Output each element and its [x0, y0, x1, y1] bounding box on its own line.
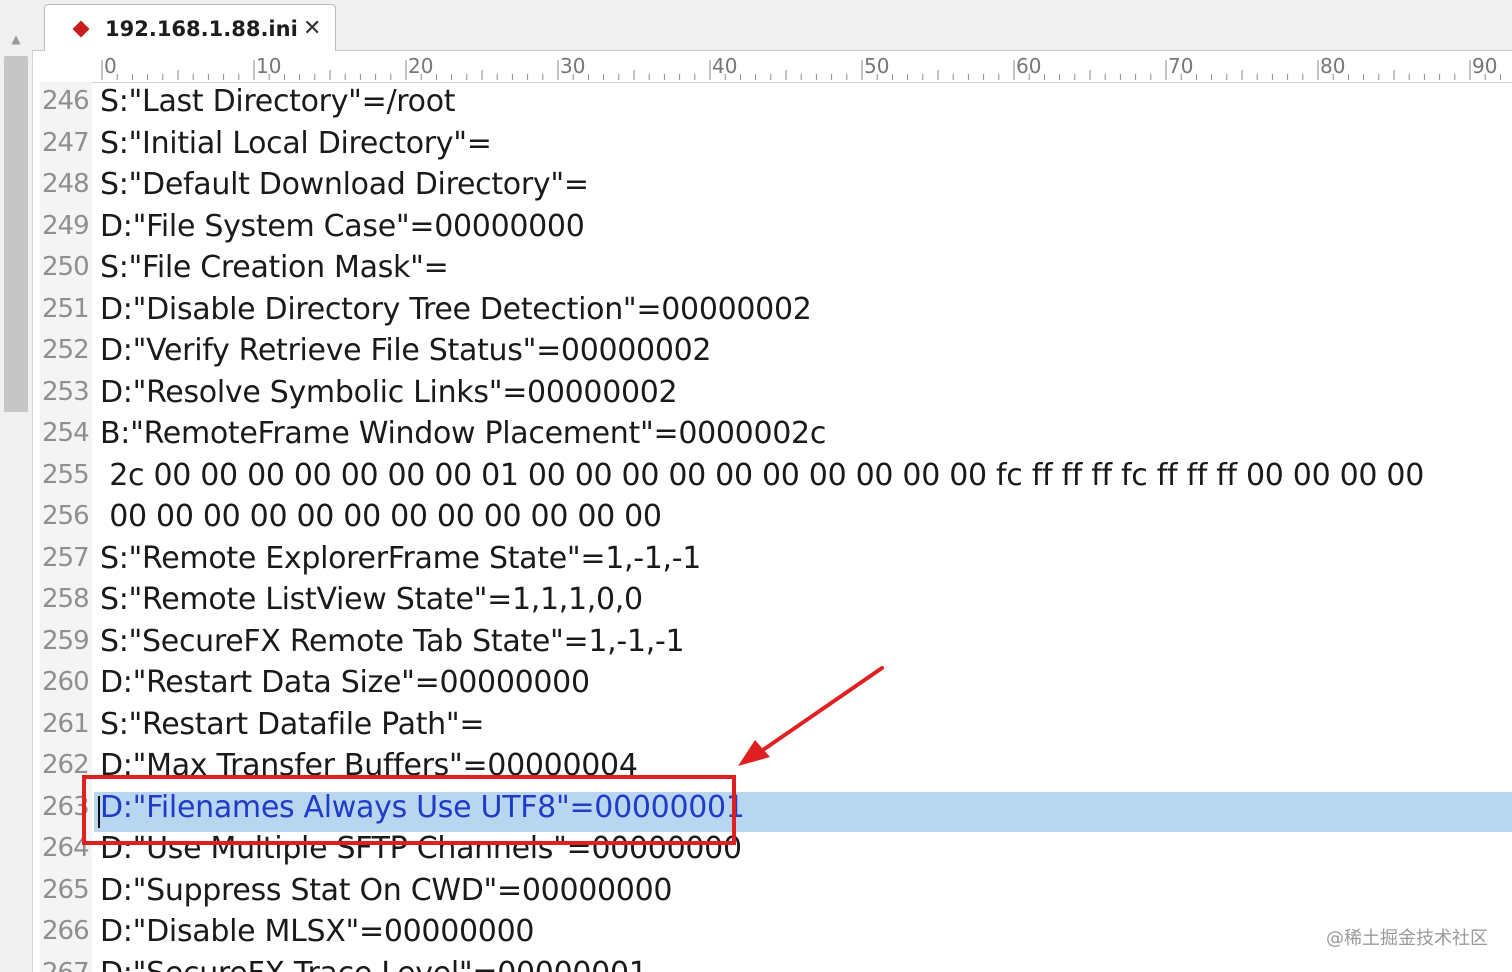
editor-line[interactable]: 251 D:"Disable Directory Tree Detection"=… — [40, 290, 1512, 332]
close-tab-icon[interactable]: ✕ — [303, 17, 321, 41]
line-text: D:"Filenames Always Use UTF8"=00000001 — [100, 789, 745, 825]
scrollbar-thumb[interactable] — [4, 56, 28, 412]
editor-line[interactable]: 248 S:"Default Download Directory"= — [40, 165, 1512, 207]
line-number: 260 — [42, 667, 90, 697]
line-text: D:"Disable MLSX"=00000000 — [100, 914, 535, 949]
ruler-label: 80 — [1320, 54, 1345, 78]
line-text: 2c 00 00 00 00 00 00 00 01 00 00 00 00 0… — [100, 457, 1424, 493]
file-tab[interactable]: 192.168.1.88.ini ✕ — [44, 4, 336, 51]
editor-line[interactable]: 260 D:"Restart Data Size"=00000000 — [40, 663, 1512, 705]
line-number: 266 — [42, 916, 90, 946]
line-number: 252 — [42, 335, 90, 365]
editor-line[interactable]: 265 D:"Suppress Stat On CWD"=00000000 — [40, 871, 1512, 913]
ruler-label: 70 — [1168, 54, 1193, 78]
editor-line[interactable]: 252 D:"Verify Retrieve File Status"=00000… — [40, 331, 1512, 373]
line-number: 262 — [42, 750, 90, 780]
line-number: 254 — [42, 418, 90, 448]
line-text: S:"SecureFX Remote Tab State"=1,-1,-1 — [100, 623, 685, 659]
tab-title: 192.168.1.88.ini — [105, 17, 298, 41]
line-number: 246 — [42, 86, 90, 116]
editor-line[interactable]: 254 B:"RemoteFrame Window Placement"=0000… — [40, 414, 1512, 456]
line-number: 263 — [42, 791, 90, 822]
vertical-scrollbar[interactable]: ▲ — [0, 0, 33, 972]
line-text: D:"Verify Retrieve File Status"=00000002 — [100, 333, 712, 368]
modified-diamond-icon — [72, 20, 90, 38]
text-editor[interactable]: 246 S:"Last Directory"=/root 247 S:"Initial… — [40, 82, 1512, 972]
editor-line[interactable]: 256 00 00 00 00 00 00 00 00 00 00 00 00 — [40, 497, 1512, 539]
editor-line[interactable]: 267 D:"SecureFX Trace Level"=00000001 — [40, 954, 1512, 972]
line-number: 250 — [42, 252, 90, 282]
line-text: 00 00 00 00 00 00 00 00 00 00 00 00 — [100, 499, 662, 534]
editor-line[interactable]: 258 S:"Remote ListView State"=1,1,1,0,0 — [40, 580, 1512, 622]
line-number: 265 — [42, 874, 90, 905]
watermark: @稀土掘金技术社区 — [1326, 928, 1488, 949]
editor-line[interactable]: 261 S:"Restart Datafile Path"= — [40, 705, 1512, 747]
line-number: 256 — [42, 501, 90, 531]
line-text: D:"Max Transfer Buffers"=00000004 — [100, 748, 638, 783]
line-text: S:"Remote ExplorerFrame State"=1,-1,-1 — [100, 540, 702, 576]
editor-line[interactable]: 266 D:"Disable MLSX"=00000000 — [40, 912, 1512, 954]
line-text: B:"RemoteFrame Window Placement"=0000002… — [100, 416, 827, 451]
editor-line[interactable]: 253 D:"Resolve Symbolic Links"=00000002 — [40, 373, 1512, 415]
line-number: 267 — [42, 958, 90, 972]
scroll-up-arrow-icon[interactable]: ▲ — [6, 30, 26, 48]
editor-line[interactable]: 262 D:"Max Transfer Buffers"=00000004 — [40, 746, 1512, 788]
line-text: S:"Default Download Directory"= — [100, 167, 589, 202]
tab-strip: 192.168.1.88.ini ✕ — [32, 0, 1512, 51]
line-number: 253 — [42, 376, 90, 407]
ruler-label: 20 — [408, 54, 433, 78]
line-text: D:"Restart Data Size"=00000000 — [100, 665, 590, 700]
line-number: 257 — [42, 542, 90, 573]
editor-line[interactable]: 257 S:"Remote ExplorerFrame State"=1,-1,-… — [40, 539, 1512, 581]
ruler-label: 10 — [256, 54, 281, 78]
line-number: 248 — [42, 169, 90, 199]
line-number: 251 — [42, 293, 90, 324]
editor-line[interactable]: 255 2c 00 00 00 00 00 00 00 01 00 00 00 … — [40, 456, 1512, 498]
editor-line[interactable]: 246 S:"Last Directory"=/root — [40, 82, 1512, 124]
text-cursor — [98, 795, 100, 828]
column-ruler: 0 10 20 30 40 50 60 70 80 90 — [40, 52, 1512, 83]
line-number: 255 — [42, 459, 90, 490]
line-text: D:"Disable Directory Tree Detection"=000… — [100, 291, 812, 327]
editor-line[interactable]: 247 S:"Initial Local Directory"= — [40, 124, 1512, 166]
ruler-label: 50 — [864, 54, 889, 78]
ruler-ticks: 0 10 20 30 40 50 60 70 80 90 — [101, 54, 1501, 80]
line-number: 261 — [42, 708, 90, 739]
ruler-label: 40 — [712, 54, 737, 78]
line-text: S:"File Creation Mask"= — [100, 250, 449, 285]
ruler-label: 90 — [1472, 54, 1497, 78]
ruler-label: 30 — [560, 54, 585, 78]
editor-line[interactable]: 264 D:"Use Multiple SFTP Channels"=000000… — [40, 829, 1512, 871]
line-number: 264 — [42, 833, 90, 863]
line-text: D:"Use Multiple SFTP Channels"=00000000 — [100, 831, 742, 866]
line-text: S:"Last Directory"=/root — [100, 84, 456, 119]
line-text: S:"Initial Local Directory"= — [100, 125, 492, 161]
ruler-label: 0 — [104, 54, 117, 78]
selected-line[interactable]: 263 D:"Filenames Always Use UTF8"=0000000… — [40, 788, 1512, 832]
editor-line[interactable]: 259 S:"SecureFX Remote Tab State"=1,-1,-1 — [40, 622, 1512, 664]
line-text: S:"Restart Datafile Path"= — [100, 706, 485, 742]
editor-line[interactable]: 249 D:"File System Case"=00000000 — [40, 207, 1512, 249]
line-number: 247 — [42, 127, 90, 158]
line-text: D:"Resolve Symbolic Links"=00000002 — [100, 374, 678, 410]
line-number: 249 — [42, 210, 90, 241]
line-number: 258 — [42, 584, 90, 614]
line-text: D:"Suppress Stat On CWD"=00000000 — [100, 872, 673, 908]
line-number: 259 — [42, 625, 90, 656]
line-text: D:"SecureFX Trace Level"=00000001 — [100, 956, 648, 972]
ruler-label: 60 — [1016, 54, 1041, 78]
editor-line[interactable]: 250 S:"File Creation Mask"= — [40, 248, 1512, 290]
line-text: D:"File System Case"=00000000 — [100, 208, 585, 244]
line-text: S:"Remote ListView State"=1,1,1,0,0 — [100, 582, 643, 617]
